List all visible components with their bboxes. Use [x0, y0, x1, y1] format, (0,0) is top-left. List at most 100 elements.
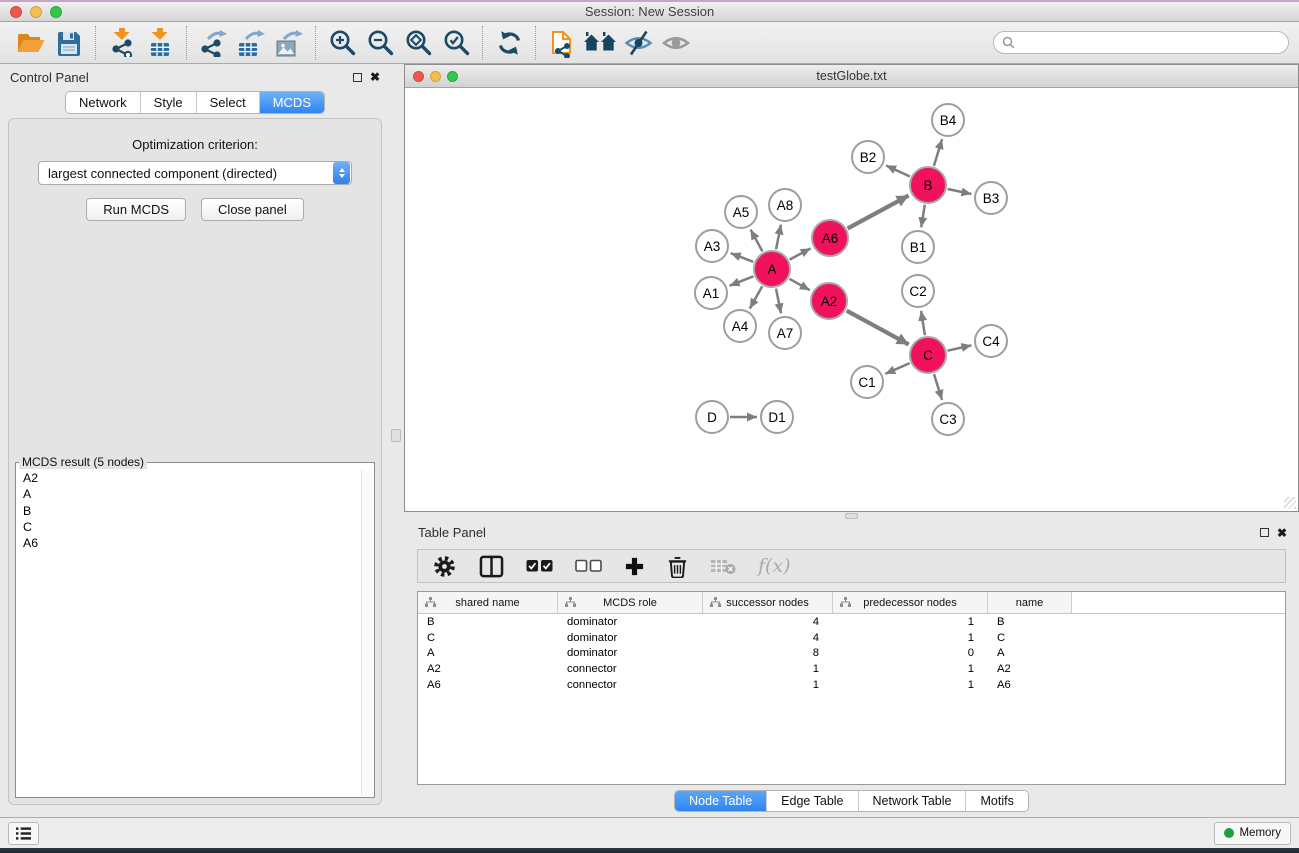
open-file-button[interactable] [12, 25, 50, 61]
cell-name: C [988, 632, 1072, 644]
delete-table-button[interactable] [710, 557, 736, 575]
deselect-all-button[interactable] [575, 559, 602, 573]
graph-node-A4[interactable]: A4 [723, 309, 757, 343]
tab-select[interactable]: Select [197, 92, 260, 113]
graph-node-A[interactable]: A [753, 250, 791, 288]
close-panel-icon[interactable]: ✖ [370, 71, 380, 83]
graph-node-C[interactable]: C [909, 336, 947, 374]
criterion-selected-value: largest connected component (directed) [39, 166, 333, 181]
graph-node-A7[interactable]: A7 [768, 316, 802, 350]
import-network-button[interactable] [103, 25, 141, 61]
tab-mcds[interactable]: MCDS [260, 92, 324, 113]
cell-successor-nodes: 4 [703, 616, 833, 628]
column-header-name[interactable]: name [988, 592, 1072, 613]
cell-predecessor-nodes: 1 [833, 663, 988, 675]
graph-node-C3[interactable]: C3 [931, 402, 965, 436]
horizontal-splitter[interactable] [404, 512, 1299, 520]
splitter-grip[interactable] [391, 429, 401, 442]
graph-node-A5[interactable]: A5 [724, 195, 758, 229]
mcds-result-item[interactable]: A2 [16, 471, 361, 487]
network-view-window: testGlobe.txt B4B2BB3A8A5A6B1A3AC2A1A2A4… [404, 64, 1299, 512]
criterion-select[interactable]: largest connected component (directed) [38, 161, 352, 185]
function-builder-button[interactable]: f(x) [758, 555, 791, 577]
mcds-result-item[interactable]: A6 [16, 535, 361, 551]
refresh-button[interactable] [490, 25, 528, 61]
float-panel-icon[interactable] [353, 73, 362, 82]
show-all-button[interactable] [657, 25, 695, 61]
tab-network[interactable]: Network [66, 92, 141, 113]
mcds-result-item[interactable]: A [16, 487, 361, 503]
table-settings-button[interactable] [432, 554, 457, 579]
column-header-predecessor-nodes[interactable]: predecessor nodes [833, 592, 988, 613]
zoom-out-button[interactable] [361, 25, 399, 61]
column-header-MCDS-role[interactable]: MCDS role [558, 592, 703, 613]
zoom-fit-button[interactable] [399, 25, 437, 61]
tab-motifs[interactable]: Motifs [966, 791, 1027, 811]
close-panel-button[interactable]: Close panel [201, 198, 304, 221]
show-panels-button[interactable] [8, 822, 39, 845]
export-image-button[interactable] [270, 25, 308, 61]
column-header-shared-name[interactable]: shared name [418, 592, 558, 613]
tab-edge-table[interactable]: Edge Table [767, 791, 858, 811]
table-row[interactable]: Adominator80A [418, 646, 1285, 662]
first-neighbors-button[interactable] [581, 25, 619, 61]
graph-node-A6[interactable]: A6 [811, 219, 849, 257]
vertical-splitter[interactable] [390, 64, 404, 817]
table-row[interactable]: Cdominator41C [418, 630, 1285, 646]
graph-node-A8[interactable]: A8 [768, 188, 802, 222]
close-panel-icon[interactable]: ✖ [1277, 527, 1287, 539]
graph-node-A3[interactable]: A3 [695, 229, 729, 263]
import-table-button[interactable] [141, 25, 179, 61]
cell-predecessor-nodes: 1 [833, 632, 988, 644]
export-table-button[interactable] [232, 25, 270, 61]
graph-node-B1[interactable]: B1 [901, 230, 935, 264]
new-network-from-selection-button[interactable] [543, 25, 581, 61]
table-row[interactable]: Bdominator41B [418, 614, 1285, 630]
delete-column-button[interactable] [667, 555, 688, 578]
hide-selected-button[interactable] [619, 25, 657, 61]
result-scrollbar[interactable] [361, 470, 373, 796]
table-panel: Table Panel ✖ f(x) s [404, 520, 1299, 817]
column-type-icon [565, 597, 576, 610]
mcds-result-item[interactable]: C [16, 519, 361, 535]
save-session-button[interactable] [50, 25, 88, 61]
graph-node-C4[interactable]: C4 [974, 324, 1008, 358]
cell-successor-nodes: 1 [703, 679, 833, 691]
graph-node-D1[interactable]: D1 [760, 400, 794, 434]
select-all-button[interactable] [526, 559, 553, 573]
float-panel-icon[interactable] [1260, 528, 1269, 537]
table-toolbar: f(x) [417, 549, 1286, 583]
network-canvas[interactable]: B4 B2 B B3 A8 A5 A6 B1 A3 A C2 A1 A2 A4 A7 C C4 C1 C3 D D1 [405, 88, 1298, 511]
mcds-result-item[interactable]: B [16, 503, 361, 519]
search-input[interactable] [1020, 35, 1280, 51]
add-column-button[interactable] [624, 556, 645, 577]
column-header-successor-nodes[interactable]: successor nodes [703, 592, 833, 613]
tab-node-table[interactable]: Node Table [675, 791, 767, 811]
show-columns-button[interactable] [479, 555, 504, 578]
table-row[interactable]: A6connector11A6 [418, 677, 1285, 693]
graph-node-A2[interactable]: A2 [810, 282, 848, 320]
graph-node-B2[interactable]: B2 [851, 140, 885, 174]
cell-MCDS-role: dominator [558, 632, 703, 644]
tab-style[interactable]: Style [141, 92, 197, 113]
graph-node-C1[interactable]: C1 [850, 365, 884, 399]
graph-node-B4[interactable]: B4 [931, 103, 965, 137]
resize-grip-icon[interactable] [1284, 497, 1296, 509]
graph-node-B3[interactable]: B3 [974, 181, 1008, 215]
export-table-icon [237, 29, 265, 57]
splitter-grip[interactable] [845, 513, 858, 519]
export-network-button[interactable] [194, 25, 232, 61]
search-field[interactable] [993, 31, 1289, 54]
graph-node-B[interactable]: B [909, 166, 947, 204]
graph-node-A1[interactable]: A1 [694, 276, 728, 310]
graph-node-C2[interactable]: C2 [901, 274, 935, 308]
save-icon [56, 30, 82, 56]
run-mcds-button[interactable]: Run MCDS [86, 198, 186, 221]
tab-network-table[interactable]: Network Table [859, 791, 967, 811]
zoom-in-button[interactable] [323, 25, 361, 61]
table-row[interactable]: A2connector11A2 [418, 661, 1285, 677]
graph-node-D[interactable]: D [695, 400, 729, 434]
zoom-selected-button[interactable] [437, 25, 475, 61]
control-panel: Control Panel ✖ NetworkStyleSelectMCDS O… [0, 64, 390, 817]
memory-button[interactable]: Memory [1214, 822, 1291, 845]
